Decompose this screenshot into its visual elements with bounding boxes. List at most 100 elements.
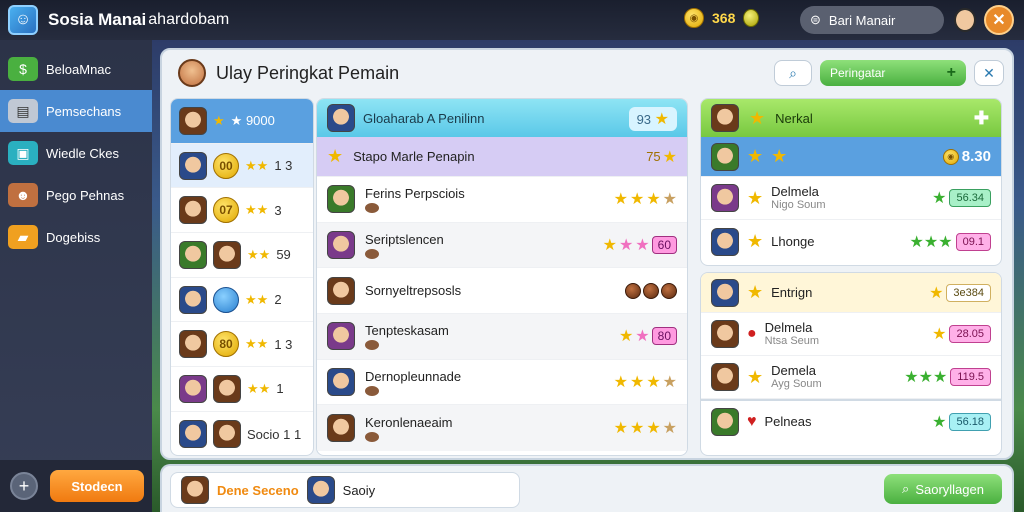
top-search-button[interactable]: ⊜ Bari Manair: [800, 6, 944, 34]
player-avatar: [306, 476, 335, 504]
list-item[interactable]: Keronlenaeaim ★ ★ ★ ★: [317, 405, 687, 452]
list-item[interactable]: Ferins Perpsciois ★ ★ ★ ★: [317, 177, 687, 223]
player-avatar: [711, 320, 739, 348]
table-row[interactable]: ★ ★ 9000: [171, 99, 313, 144]
rank-badge: 80: [213, 331, 239, 358]
player-avatar: [179, 330, 207, 359]
star-icon: ★★: [245, 202, 269, 218]
filter-button[interactable]: Peringatar +: [820, 60, 966, 86]
close-button[interactable]: ✕: [984, 5, 1014, 35]
star-icon: ★: [747, 282, 764, 302]
list-item[interactable]: Dernopleunnade ★ ★ ★ ★: [317, 360, 687, 406]
player-avatar: [213, 420, 241, 449]
player-value: ★ 56.34: [932, 188, 991, 208]
list-item[interactable]: ★ Entrign ★ 3e384: [701, 273, 1001, 313]
star-icon: ★★: [245, 336, 269, 352]
add-button[interactable]: +: [10, 472, 38, 500]
table-row[interactable]: 00 ★★ 1 3: [171, 143, 313, 189]
list-item[interactable]: ♥ Pelneas ★ 56.18: [701, 399, 1001, 442]
player-avatar: [179, 420, 207, 449]
player-value: ★★★ 119.5: [904, 367, 991, 387]
player-score: 3: [274, 202, 282, 218]
player-score: 1: [276, 381, 284, 397]
player-avatar: [711, 227, 739, 256]
player-score: 1 3: [274, 158, 293, 174]
badge-icon: [365, 248, 379, 259]
bottom-bar: Dene Seceno Saoiy ⌕ Saoryllagen: [160, 464, 1014, 512]
player-avatar: [179, 285, 207, 314]
star-icon: ★: [749, 107, 766, 128]
player-avatar: [179, 106, 207, 135]
list-item[interactable]: Seriptslencen ★ ★ ★ 60: [317, 222, 687, 269]
table-row[interactable]: Socio 1 1: [171, 412, 313, 455]
list-header-value: 93 ★: [628, 107, 677, 131]
player-selector-label: Dene Seceno: [217, 482, 299, 498]
badge-icon: [365, 202, 379, 213]
player-subtitle: Nigo Soum: [771, 199, 826, 212]
top-search-label: Bari Manair: [828, 12, 896, 28]
currency-display: ◉ 368: [684, 8, 760, 28]
table-row[interactable]: ★★ 2: [171, 278, 313, 323]
star-rating: ★ ★ 80: [619, 326, 677, 346]
gem-icon: ●: [747, 325, 757, 342]
bottom-action-button[interactable]: ⌕ Saoryllagen: [884, 474, 1002, 504]
sidebar-item-3[interactable]: ▣ Wiedle Ckes: [0, 132, 152, 174]
table-row[interactable]: 80 ★★ 1 3: [171, 322, 313, 368]
player-name: Demela: [771, 362, 816, 378]
list-item[interactable]: ● Delmela Ntsa Seum ★ 28.05: [701, 313, 1001, 356]
player-avatar: [179, 196, 207, 225]
player-name: Delmela: [771, 183, 819, 199]
list-item[interactable]: Tenpteskasam ★ ★ 80: [317, 314, 687, 360]
player-name: Keronlenaeaim: [365, 414, 453, 430]
player-name: Tenpteskasam: [365, 322, 449, 338]
add-icon[interactable]: ✚: [974, 108, 989, 129]
list-item[interactable]: ★ ★ ◉ 8.30: [701, 137, 1001, 177]
rank-badge: 07: [213, 197, 239, 224]
tablet-icon: ▣: [8, 141, 38, 165]
player-avatar: [711, 278, 739, 307]
list-item[interactable]: ★ Stapo Marle Penapin 75 ★: [317, 137, 687, 177]
search-icon: ⌕: [789, 64, 797, 81]
table-row[interactable]: ★★ 1: [171, 367, 313, 412]
list-item[interactable]: Sornyeltrepsosls: [317, 268, 687, 315]
folder-icon: ▰: [8, 225, 38, 249]
star-icon: ★: [654, 111, 669, 128]
top-bar: ☺ Sosia Manai ahardobam ◉ 368 ⊜ Bari Man…: [0, 0, 1024, 40]
player-subtitle: Ayg Soum: [771, 378, 822, 391]
leaderboard-icon: [178, 59, 206, 87]
player-avatar: [327, 368, 355, 397]
server-icon: ▤: [8, 99, 38, 123]
player-score: 1 3: [274, 336, 293, 352]
player-avatar: [213, 374, 241, 403]
filter-label: Peringatar: [830, 66, 886, 80]
player-avatar: [327, 322, 355, 351]
player-avatar: [181, 476, 209, 504]
table-row[interactable]: ★★ 59: [171, 233, 313, 278]
player-avatar: [327, 414, 355, 443]
player-value: ★ 3e384: [929, 283, 991, 303]
player-selector[interactable]: Dene Seceno Saoiy: [170, 472, 520, 508]
sidebar-item-label: Pego Pehnas: [46, 187, 125, 203]
character-icon: ☻: [8, 183, 38, 207]
list-item[interactable]: ★ Lhonge ★★★ 09.1: [701, 220, 1001, 263]
panel-close-button[interactable]: ✕: [974, 60, 1004, 86]
sidebar-item-4[interactable]: ☻ Pego Pehnas: [0, 174, 152, 216]
player-score: Socio 1 1: [247, 426, 302, 442]
sidebar-item-5[interactable]: ▰ Dogebiss: [0, 216, 152, 258]
sidebar-item-1[interactable]: $ BeloaMnac: [0, 48, 152, 90]
table-row[interactable]: 07 ★★ 3: [171, 188, 313, 234]
star-icon: ★: [747, 366, 764, 387]
player-name: Dernopleunnade: [365, 368, 462, 384]
sidebar-item-2[interactable]: ▤ Pemsechans: [0, 90, 152, 132]
leaderboard-panel: Ulay Peringkat Pemain ⌕ Peringatar + ✕ ★…: [160, 48, 1014, 460]
list-header-title: Gloaharab A Penilinn: [363, 110, 485, 126]
player-value: 75 ★: [646, 148, 677, 166]
list-item[interactable]: ★ Delmela Nigo Soum ★ 56.34: [701, 177, 1001, 220]
panel-search-button[interactable]: ⌕: [774, 60, 812, 86]
player-selector-name: Saoiy: [342, 482, 376, 498]
list-item[interactable]: ★ Demela Ayg Soum ★★★ 119.5: [701, 356, 1001, 399]
sidebar-action-button[interactable]: Stodecn: [50, 470, 144, 502]
user-avatar[interactable]: [954, 8, 976, 32]
star-icon: ★★: [247, 380, 271, 396]
player-score: 2: [274, 292, 282, 308]
